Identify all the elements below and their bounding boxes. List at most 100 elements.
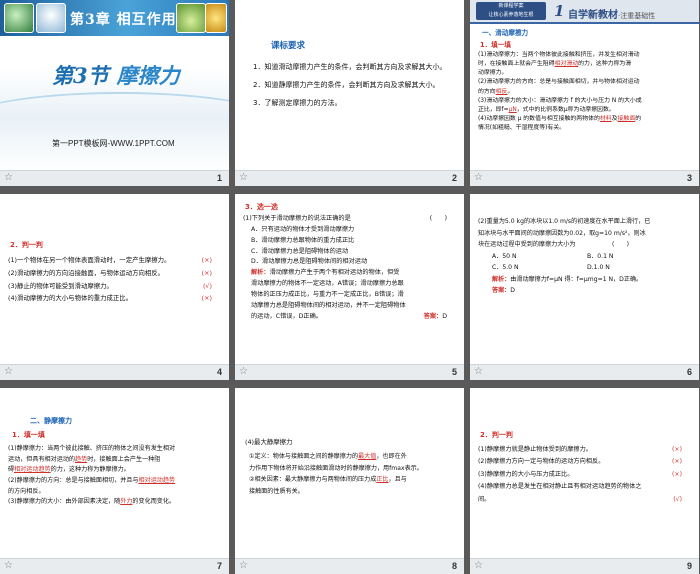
star-icon[interactable]: ☆ <box>4 172 13 183</box>
answer-label: 答案： <box>492 287 511 295</box>
text-line: (2)滑动摩擦力的方向：总是与接触面相切，并与物体相对运动 <box>478 79 640 86</box>
option-item: C．滑动摩擦力总是阻碍物体的运动 <box>251 247 349 255</box>
list-item: (2)滑动摩擦力的方向沿接触面，与物体运动方向相反。 (×) <box>8 267 222 280</box>
slide-thumbnail-1[interactable]: 第3章 相互作用 第3节 摩擦力 第一PPT模板网-WWW.1PPT.COM ☆ … <box>0 0 229 186</box>
header-title: 自学新教材·注重基础性 <box>568 6 655 21</box>
slide-content: (2)重量为5.0 kg的冰块以1.0 m/s的初速度在水平面上滑行，已 知冰块… <box>470 194 699 364</box>
slide-number: 7 <box>216 561 222 571</box>
item-text: (3)静摩擦力的大小与压力成正比。 <box>478 470 574 478</box>
slide-content: 3．选一选 (1)下列关于滑动摩擦力的说法正确的是 ( ) A．只有运动的物体才受… <box>235 194 464 364</box>
sub-heading: 1．填一填 <box>12 431 45 439</box>
slide-thumbnail-3[interactable]: 新课程学案 让核心素养落地生根 1 自学新教材·注重基础性 一、滑动摩擦力 1．填… <box>470 0 699 186</box>
slide-thumbnail-9[interactable]: 2．判一判 (1)静摩擦力就是静止物体受到的摩擦力。 (×) (2)静摩擦力方向一… <box>470 388 699 574</box>
slide-footer-bar: ☆ 7 <box>0 558 229 574</box>
fill-answer: 趋势 <box>75 455 88 463</box>
text-span: (2)静摩擦力的方向：总是与接触面相切，并且与 <box>8 476 139 484</box>
text-span: ，式中的比例系数μ称为动摩擦因数。 <box>516 106 615 113</box>
text-line: (2)静摩擦力的方向：总是与接触面相切，并且与相对运动趋势 <box>8 476 175 487</box>
question-block: (1)下列关于滑动摩擦力的说法正确的是 ( ) A．只有运动的物体才受到滑动摩擦力… <box>243 214 457 322</box>
text-span: ①定义：物体与接触面之间的静摩擦力的 <box>249 453 359 460</box>
section-heading: 一、滑动摩擦力 <box>482 29 529 37</box>
answer-paren: ( ) <box>429 215 447 222</box>
header-subtitle: ·注重基础性 <box>618 12 656 20</box>
badge-subtitle: 让核心素养落地生根 <box>488 12 534 18</box>
list-item: 1．知道滑动摩擦力产生的条件，会判断其方向及求解其大小。 <box>253 63 447 71</box>
list-item: (4)滑动摩擦力的大小与物体的重力成正比。 (×) <box>8 292 222 305</box>
item-text: 间。 <box>478 495 491 503</box>
text-line: 的方向相反。 <box>478 88 642 97</box>
footer-text: 第一PPT模板网-WWW.1PPT.COM <box>52 139 175 148</box>
slide-header: 新课程学案 让核心素养落地生根 1 自学新教材·注重基础性 <box>470 0 699 24</box>
text-span: ，且与 <box>388 476 407 484</box>
text-span: 的力，这种力称为滑 <box>578 61 632 68</box>
option-item: A．只有运动的物体才受到滑动摩擦力 <box>251 225 355 233</box>
star-icon[interactable]: ☆ <box>4 560 13 571</box>
slide-content: (4)最大静摩擦力 ①定义：物体与接触面之间的静摩擦力的最大值，也即在外 力作用… <box>235 388 464 558</box>
analysis-line: 动摩擦力总是阻碍物体间的相对运动，并不一定阻碍物体 <box>251 301 406 309</box>
section-title: 第3节 摩擦力 <box>52 60 180 90</box>
text-span: 时，接触面上会产生一种阻 <box>87 455 161 463</box>
fill-answer: 相对运动趋势 <box>138 476 176 484</box>
slide-thumbnail-6[interactable]: (2)重量为5.0 kg的冰块以1.0 m/s的初速度在水平面上滑行，已 知冰块… <box>470 194 699 380</box>
star-icon[interactable]: ☆ <box>474 560 483 571</box>
star-icon[interactable]: ☆ <box>239 172 248 183</box>
answer-mark: (×) <box>201 256 212 264</box>
text-span: 。 <box>507 88 514 95</box>
list-item: (4)静摩擦力总是发生在相对静止且有相对运动趋势的物体之 <box>478 481 692 493</box>
question-text: 块在运动过程中受到的摩擦力大小为 ( ) <box>478 241 630 249</box>
star-icon[interactable]: ☆ <box>239 366 248 377</box>
list-item: 2．知道静摩擦力产生的条件，会判断其方向及求解其大小。 <box>253 81 440 89</box>
slide-thumbnail-2[interactable]: 课标要求 1．知道滑动摩擦力产生的条件，会判断其方向及求解其大小。 2．知道静摩… <box>235 0 464 186</box>
text-line: 的方向相反。 <box>8 487 45 495</box>
analysis-line: 解析：滑动摩擦力产生于两个有相对运动的物体，但受 <box>243 268 457 279</box>
answer-mark: (×) <box>671 470 682 478</box>
list-item: (2)静摩擦力方向一定与物体的运动方向相反。 (×) <box>478 456 692 468</box>
chapter-title: 第3章 相互作用 <box>70 12 177 28</box>
text-span: 的方向 <box>478 88 496 95</box>
item-text: (1)一个物体在另一个物体表面滑动时，一定产生摩擦力。 <box>8 256 171 264</box>
star-icon[interactable]: ☆ <box>239 560 248 571</box>
slide-title: 课标要求 <box>271 41 306 51</box>
fill-answer: 外力 <box>120 498 133 506</box>
option-row: C．5.0 N D.1.0 N <box>478 262 694 274</box>
answer-mark: (×) <box>671 458 682 466</box>
text-span: ，也即在外 <box>376 453 407 460</box>
text-line: ②相关因素：最大静摩擦力与两物体间的压力成正比，且与 <box>249 474 423 486</box>
text-span: (4)动摩擦因数 μ 的数值与相互接触的两物体的 <box>478 115 600 122</box>
slide-number: 1 <box>216 173 222 183</box>
slide-thumbnail-7[interactable]: 二、静摩擦力 1．填一填 (1)静摩擦力：当两个彼此接触、挤压的物体之间没有发生… <box>0 388 229 574</box>
analysis-text: 滑动摩擦力产生于两个有相对运动的物体，但受 <box>269 269 400 277</box>
question-block: (2)重量为5.0 kg的冰块以1.0 m/s的初速度在水平面上滑行，已 知冰块… <box>478 216 694 297</box>
answer-label: 答案： <box>423 312 443 320</box>
star-icon[interactable]: ☆ <box>474 366 483 377</box>
slide-number: 3 <box>686 173 692 183</box>
option-item: B．0.1 N <box>587 252 614 260</box>
fill-answer: 材料 <box>599 115 612 122</box>
course-badge: 新课程学案 让核心素养落地生根 <box>476 2 546 20</box>
item-text: (2)静摩擦力方向一定与物体的运动方向相反。 <box>478 458 605 466</box>
text-line: ①定义：物体与接触面之间的静摩擦力的最大值，也即在外 <box>249 451 423 463</box>
text-block: (1)滑动摩擦力：当两个物体彼此接触和挤压，并发生相对滑动 时，在接触面上就会产… <box>478 51 642 133</box>
text-line: 情况(如粗糙、干湿程度等)有关。 <box>478 125 566 132</box>
text-line: 动摩擦力。 <box>478 70 508 77</box>
star-icon[interactable]: ☆ <box>4 366 13 377</box>
text-line: 运动，但具有相对运动的趋势时，接触面上会产生一种阻 <box>8 455 175 466</box>
text-line: 碍相对运动趋势的力，这种力称为静摩擦力。 <box>8 465 175 476</box>
slide-title: (4)最大静摩擦力 <box>245 438 293 446</box>
text-span: 正比，即f= <box>478 106 509 113</box>
slide-content: 2．判一判 (1)一个物体在另一个物体表面滑动时，一定产生摩擦力。 (×) (2)… <box>0 194 229 364</box>
slide-thumbnail-8[interactable]: (4)最大静摩擦力 ①定义：物体与接触面之间的静摩擦力的最大值，也即在外 力作用… <box>235 388 464 574</box>
text-line: 时，在接触面上就会产生阻碍相对滑动的力，这种力称为滑 <box>478 60 642 69</box>
analysis-label: 解析： <box>251 269 270 277</box>
answer-mark: (√) <box>673 495 682 503</box>
text-line: (4)动摩擦因数 μ 的数值与相互接触的两物体的材料及接触面的 <box>478 115 642 124</box>
flower-photo <box>36 3 66 33</box>
slide-thumbnail-4[interactable]: 2．判一判 (1)一个物体在另一个物体表面滑动时，一定产生摩擦力。 (×) (2)… <box>0 194 229 380</box>
slide-footer-bar: ☆ 1 <box>0 170 229 186</box>
question-stem: (1)下列关于滑动摩擦力的说法正确的是 <box>243 215 351 222</box>
item-text: (4)静摩擦力总是发生在相对静止且有相对运动趋势的物体之 <box>478 483 642 491</box>
answer: 答案：D <box>478 285 694 297</box>
star-icon[interactable]: ☆ <box>474 172 483 183</box>
slide-thumbnail-5[interactable]: 3．选一选 (1)下列关于滑动摩擦力的说法正确的是 ( ) A．只有运动的物体才受… <box>235 194 464 380</box>
text-span: (3)静摩擦力的大小：由外部因素决定，随 <box>8 498 121 506</box>
